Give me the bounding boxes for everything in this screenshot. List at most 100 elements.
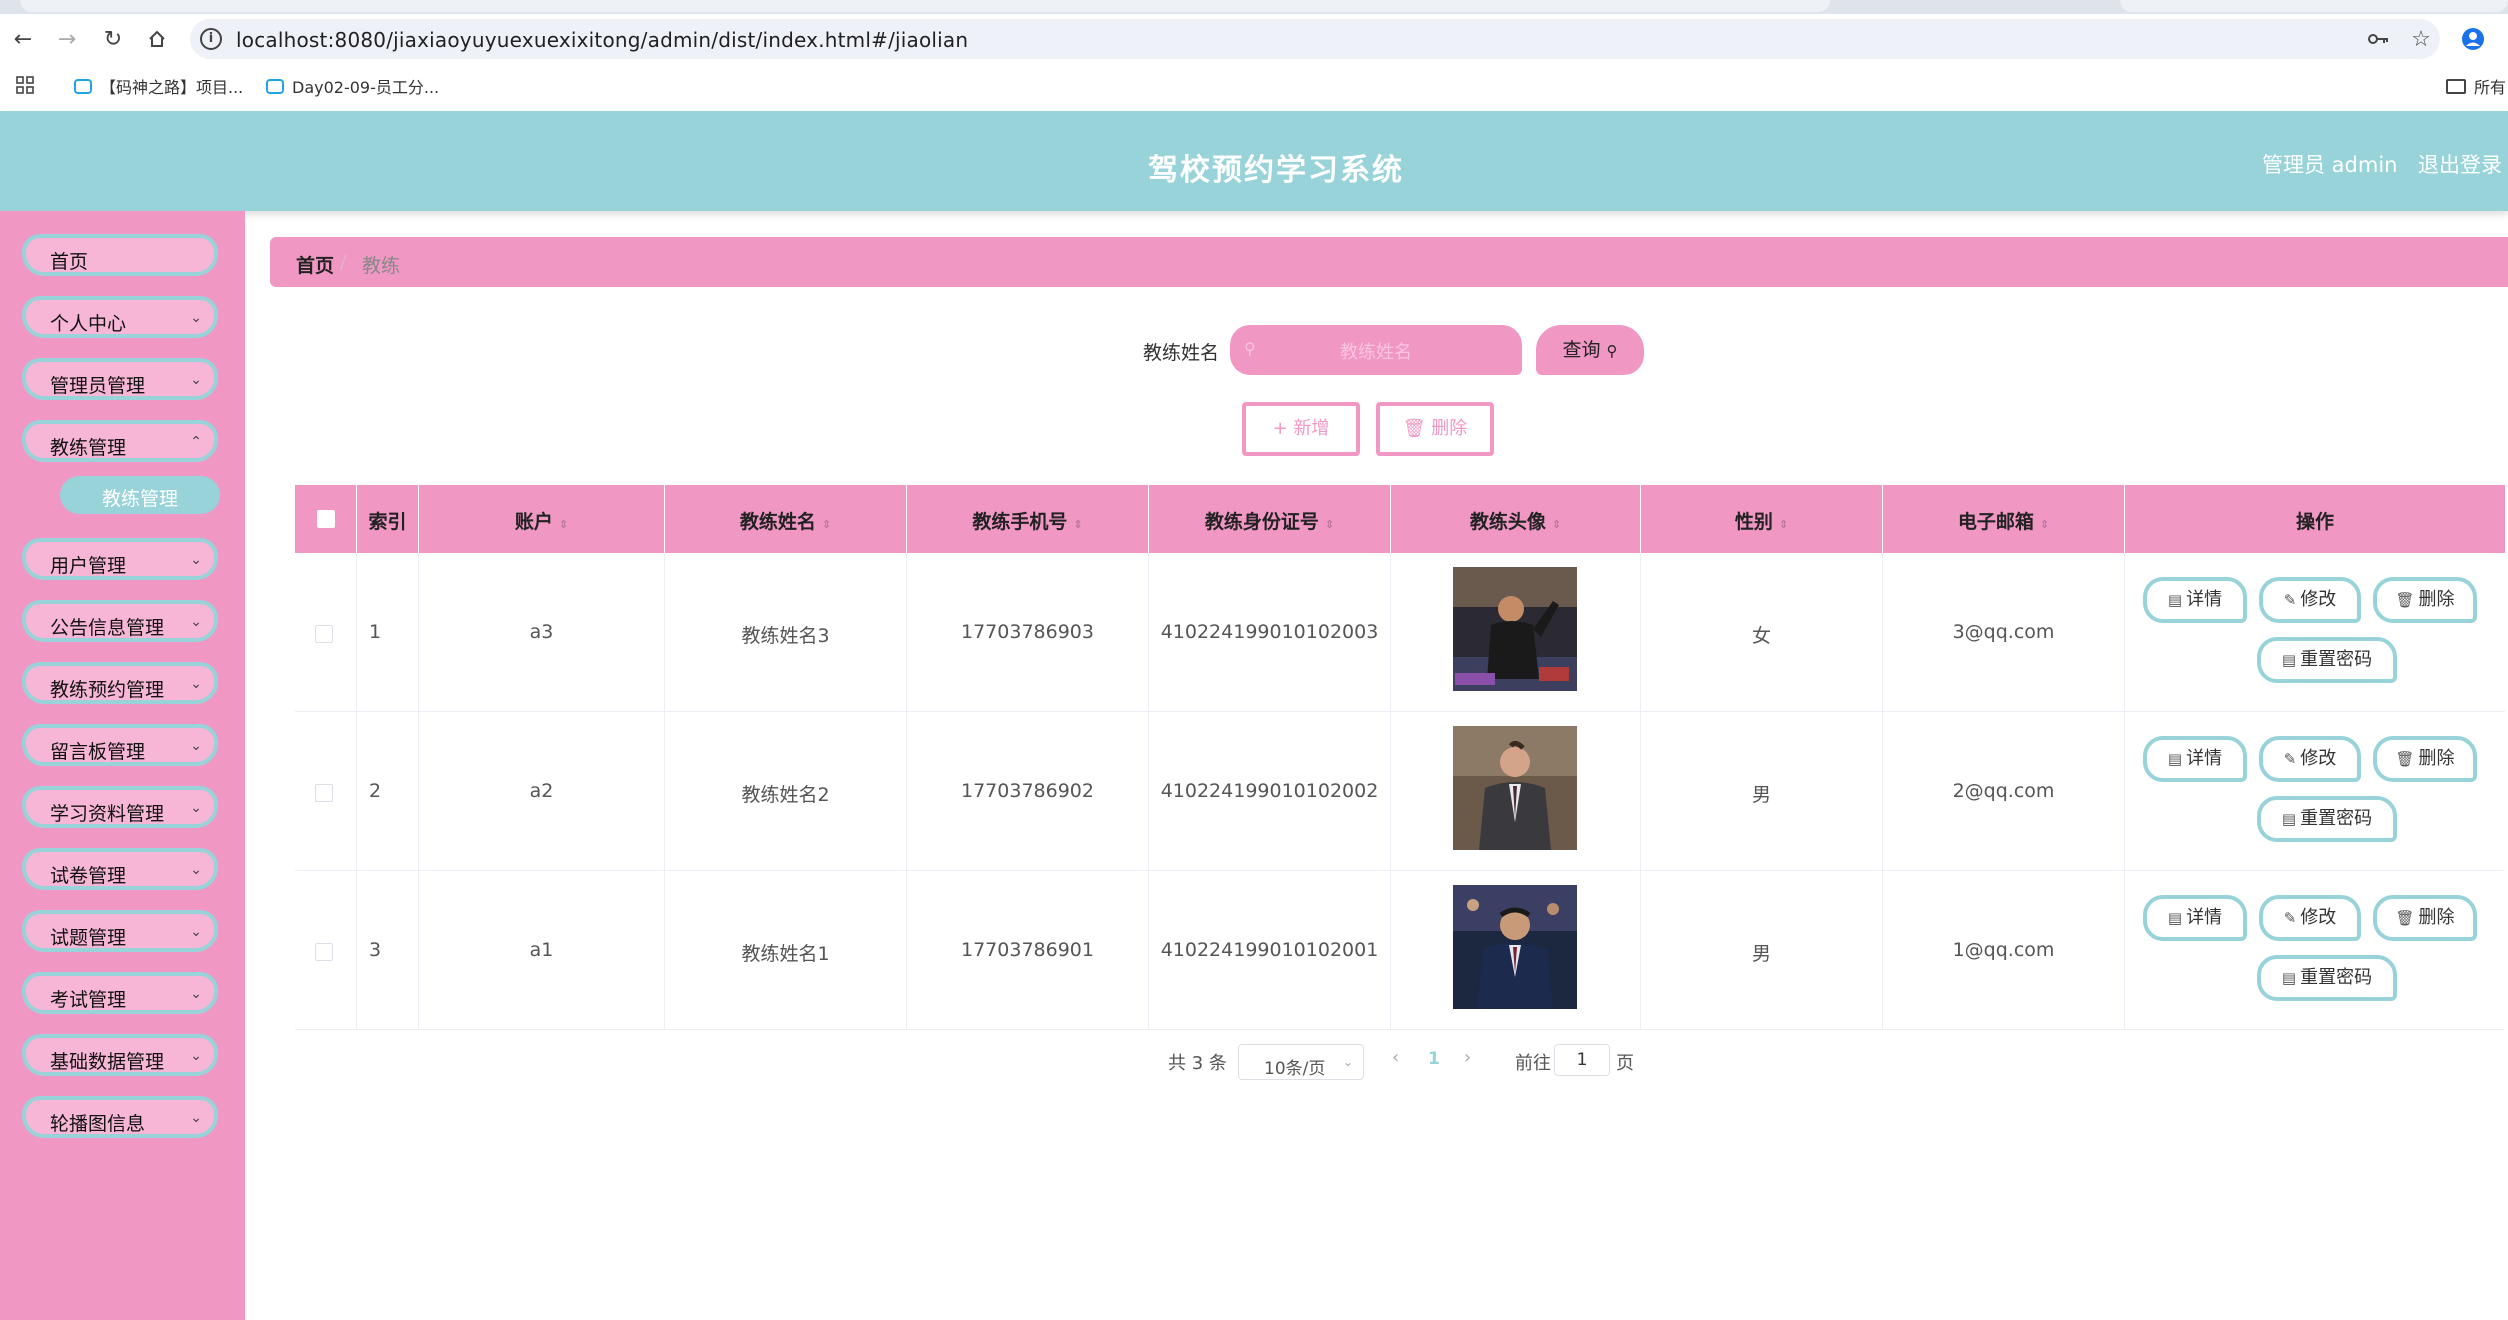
reset-password-button[interactable]: ▤ 重置密码 [2257,637,2397,683]
sort-icon[interactable]: ⇕ [1552,518,1561,531]
sidebar-item-user-management[interactable]: 用户管理 ⌄ [22,538,218,580]
forward-arrow-icon[interactable]: → [54,26,80,52]
delete-button[interactable]: 🗑 删除 [2373,577,2477,623]
browser-tab-bg[interactable] [20,0,1830,12]
sidebar-item-admin-management[interactable]: 管理员管理 ⌄ [22,358,218,400]
bookmark-item[interactable]: Day02-09-员工分... [266,74,439,98]
prev-page-icon[interactable]: ‹ [1392,1047,1399,1068]
current-user: 管理员 admin [2262,153,2398,177]
email-cell: 2@qq.com [1883,712,2125,871]
row-checkbox[interactable] [315,784,333,802]
coach-avatar-image[interactable] [1453,885,1577,1009]
sidebar-item-personal-center[interactable]: 个人中心 ⌄ [22,296,218,338]
table-header: 索引 账户 ⇕ 教练姓名 ⇕ 教练手机号 ⇕ 教练身份证号 ⇕ 教练头像 ⇕ 性别 ⇕ 电子… [295,485,2505,553]
sort-icon[interactable]: ⇕ [822,518,831,531]
coach-avatar-image[interactable] [1453,726,1577,850]
sort-icon[interactable]: ⇕ [1325,518,1334,531]
search-input[interactable]: ⚲ 教练姓名 [1230,325,1522,375]
key-icon[interactable] [2366,26,2392,52]
sidebar-item-exams[interactable]: 考试管理 ⌄ [22,972,218,1014]
phone-cell: 17703786901 [907,871,1149,1030]
back-arrow-icon[interactable]: ← [10,26,36,52]
goto-page-input[interactable]: 1 [1554,1044,1610,1076]
avatar-cell [1391,553,1641,712]
sidebar-item-coach-booking[interactable]: 教练预约管理 ⌄ [22,662,218,704]
column-header-gender[interactable]: 性别 ⇕ [1641,485,1883,553]
reset-password-button[interactable]: ▤ 重置密码 [2257,955,2397,1001]
column-header-email[interactable]: 电子邮箱 ⇕ [1883,485,2125,553]
column-header-idcard[interactable]: 教练身份证号 ⇕ [1149,485,1391,553]
sidebar-item-label: 基础数据管理 [50,1051,165,1073]
bilibili-icon [266,78,284,94]
idcard-cell: 410224199010102001 [1149,871,1391,1030]
page-size-select[interactable]: 10条/页 ⌄ [1238,1044,1364,1080]
cell-account: a1 [529,939,554,961]
select-all-checkbox[interactable] [317,510,335,528]
detail-button[interactable]: ▤ 详情 [2143,577,2247,623]
row-checkbox[interactable] [315,625,333,643]
sidebar-item-label: 试卷管理 [50,865,127,887]
next-page-icon[interactable]: › [1464,1047,1471,1068]
delete-button[interactable]: 🗑 删除 [2373,895,2477,941]
column-header-avatar[interactable]: 教练头像 ⇕ [1391,485,1641,553]
column-header-label: 教练手机号 [972,511,1068,533]
profile-icon[interactable] [2460,26,2486,52]
sort-icon[interactable]: ⇕ [559,518,568,531]
reload-icon[interactable]: ↻ [100,26,126,52]
coach-avatar-image[interactable] [1453,567,1577,691]
chevron-down-icon: ⌄ [190,800,202,816]
home-icon[interactable] [144,26,170,52]
sidebar-item-notice-management[interactable]: 公告信息管理 ⌄ [22,600,218,642]
column-header-phone[interactable]: 教练手机号 ⇕ [907,485,1149,553]
site-info-icon[interactable]: i [200,28,222,50]
sidebar-item-home[interactable]: 首页 [22,234,218,276]
sidebar-item-exam-papers[interactable]: 试卷管理 ⌄ [22,848,218,890]
reset-password-button[interactable]: ▤ 重置密码 [2257,796,2397,842]
edit-button[interactable]: ✎ 修改 [2259,577,2361,623]
breadcrumb-home[interactable]: 首页 [296,251,334,278]
search-icon: ⚲ [1606,342,1618,360]
avatar-cell [1391,871,1641,1030]
column-header-coach-name[interactable]: 教练姓名 ⇕ [665,485,907,553]
trash-icon: 🗑 [2395,591,2415,609]
sort-icon[interactable]: ⇕ [1779,518,1788,531]
search-button[interactable]: 查询 ⚲ [1536,325,1644,375]
column-header-account[interactable]: 账户 ⇕ [419,485,665,553]
detail-label: 详情 [2186,589,2223,610]
sort-icon[interactable]: ⇕ [2040,518,2049,531]
bookmark-item[interactable]: 【码神之路】项目... [74,74,243,98]
edit-button[interactable]: ✎ 修改 [2259,736,2361,782]
column-header-index: 索引 [357,485,419,553]
column-header-actions: 操作 [2125,485,2505,553]
sidebar-item-study-materials[interactable]: 学习资料管理 ⌄ [22,786,218,828]
reset-password-label: 重置密码 [2300,649,2373,670]
sidebar-item-message-board[interactable]: 留言板管理 ⌄ [22,724,218,766]
delete-button[interactable]: 🗑 删除 [2373,736,2477,782]
delete-label: 删除 [2418,907,2455,928]
detail-button[interactable]: ▤ 详情 [2143,895,2247,941]
sort-icon[interactable]: ⇕ [1073,518,1082,531]
edit-button[interactable]: ✎ 修改 [2259,895,2361,941]
browser-tab-bg[interactable] [2120,0,2508,12]
sidebar-item-questions[interactable]: 试题管理 ⌄ [22,910,218,952]
chevron-down-icon: ⌄ [190,924,202,940]
batch-delete-button[interactable]: 🗑 删除 [1376,402,1494,456]
sidebar-subitem-coach-management[interactable]: 教练管理 [60,476,220,514]
all-bookmarks[interactable]: 所有 [2446,74,2506,98]
current-page-number[interactable]: 1 [1428,1049,1440,1069]
detail-button[interactable]: ▤ 详情 [2143,736,2247,782]
cell-idcard: 410224199010102003 [1160,621,1379,643]
sidebar-item-carousel[interactable]: 轮播图信息 ⌄ [22,1096,218,1138]
add-button[interactable]: + 新增 [1242,402,1360,456]
sidebar-item-label: 首页 [50,251,89,273]
sidebar-item-coach-management[interactable]: 教练管理 ⌃ [22,420,218,462]
sidebar-item-base-data[interactable]: 基础数据管理 ⌄ [22,1034,218,1076]
avatar-cell [1391,712,1641,871]
apps-grid-icon[interactable] [16,76,34,94]
sidebar-subitem-label: 教练管理 [101,488,178,510]
star-icon[interactable]: ☆ [2408,26,2434,52]
chevron-down-icon: ⌄ [190,676,202,692]
row-checkbox[interactable] [315,943,333,961]
url-text[interactable]: localhost:8080/jiaxiaoyuyuexuexixitong/a… [236,28,968,52]
logout-link[interactable]: 退出登录 [2418,149,2502,179]
